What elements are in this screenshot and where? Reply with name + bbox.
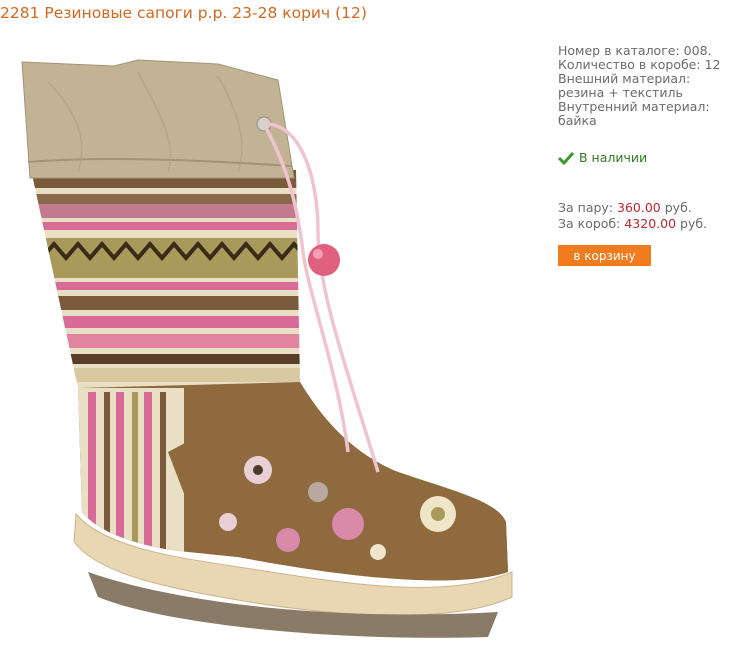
availability-text: В наличии <box>579 150 648 165</box>
cord-stopper <box>308 244 340 276</box>
inner-material: Внутренний материал: байка <box>558 99 710 128</box>
product-details: Номер в каталоге: 008. Количество в коро… <box>558 44 738 128</box>
check-icon <box>558 151 574 165</box>
price-per-box-value: 4320.00 <box>624 216 677 231</box>
catalog-number: Номер в каталоге: 008. <box>558 43 712 58</box>
price-per-box: За короб: 4320.00 руб. <box>558 216 708 231</box>
price-per-pair-value: 360.00 <box>617 200 661 215</box>
product-title: 2281 Резиновые сапоги р.р. 23-28 корич (… <box>0 4 367 22</box>
price-per-pair: За пару: 360.00 руб. <box>558 200 692 215</box>
add-to-cart-button[interactable]: в корзину <box>558 245 651 266</box>
product-photo <box>21 59 513 638</box>
availability-status: В наличии <box>558 150 647 165</box>
outer-material: Внешний материал: резина + текстиль <box>558 71 691 100</box>
price-block: За пару: 360.00 руб. За короб: 4320.00 р… <box>558 200 707 232</box>
box-quantity: Количество в коробе: 12 <box>558 57 721 72</box>
